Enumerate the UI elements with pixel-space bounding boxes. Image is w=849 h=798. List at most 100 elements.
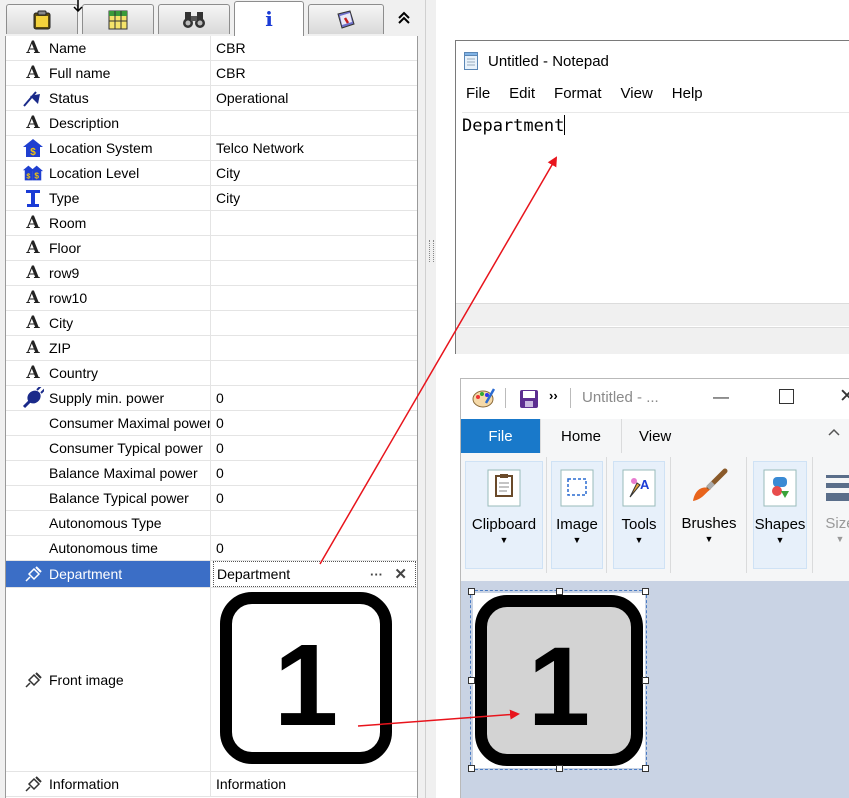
property-value-cell[interactable] — [216, 211, 416, 235]
property-row[interactable]: A Description — [6, 111, 417, 136]
property-row[interactable]: Status Operational — [6, 86, 417, 111]
property-value-cell[interactable]: City — [216, 186, 416, 210]
resize-handle[interactable] — [642, 765, 649, 772]
tab-info[interactable]: i — [234, 1, 304, 36]
property-row[interactable]: Consumer Typical power 0 — [6, 436, 417, 461]
property-value-cell[interactable]: City — [216, 161, 416, 185]
property-value-cell[interactable]: 0 — [216, 486, 416, 510]
property-name-cell[interactable]: $ $ Location Level — [6, 161, 211, 185]
property-name-cell[interactable]: Supply min. power — [6, 386, 211, 410]
property-value-cell[interactable] — [216, 286, 416, 310]
property-row[interactable]: Type City — [6, 186, 417, 211]
property-value-cell[interactable]: Telco Network — [216, 136, 416, 160]
front-image-preview[interactable]: 1 — [216, 588, 398, 773]
quick-access-more[interactable]: ›› — [549, 388, 558, 403]
paint-canvas-area[interactable]: 1 — [461, 581, 849, 798]
property-name-cell[interactable]: A Description — [6, 111, 211, 135]
property-value-cell[interactable]: CBR — [216, 61, 416, 85]
property-row[interactable]: $ Location System Telco Network — [6, 136, 417, 161]
property-row[interactable]: A City — [6, 311, 417, 336]
collapse-button[interactable] — [392, 6, 416, 30]
menu-format[interactable]: Format — [554, 85, 602, 102]
clipboard-button[interactable]: Clipboard ▼ — [465, 461, 543, 569]
property-name-cell[interactable]: A Name — [6, 36, 211, 60]
property-name-cell[interactable]: A ZIP — [6, 336, 211, 360]
property-name-cell[interactable]: Balance Typical power — [6, 486, 211, 510]
brushes-button[interactable]: Brushes ▼ — [673, 461, 745, 569]
property-name-cell[interactable]: Front image — [6, 588, 211, 771]
property-row-information[interactable]: Information Information — [6, 772, 417, 797]
property-value-cell[interactable]: 0 — [216, 411, 416, 435]
property-row[interactable]: Autonomous Type — [6, 511, 417, 536]
property-row[interactable]: A ZIP — [6, 336, 417, 361]
property-name-cell[interactable]: Information — [6, 772, 211, 796]
property-row[interactable]: Balance Maximal power 0 — [6, 461, 417, 486]
property-value-cell[interactable] — [216, 336, 416, 360]
property-value-cell[interactable] — [216, 236, 416, 260]
property-value-cell[interactable]: Information — [216, 772, 416, 796]
property-name-cell[interactable]: A Country — [6, 361, 211, 385]
property-row[interactable]: Supply min. power 0 — [6, 386, 417, 411]
property-value-cell[interactable] — [216, 261, 416, 285]
notepad-text-area[interactable]: Department — [462, 112, 849, 305]
close-button[interactable]: ✕ — [839, 385, 849, 408]
clear-button[interactable]: ✕ — [394, 565, 407, 583]
property-value-cell[interactable] — [216, 361, 416, 385]
resize-handle[interactable] — [556, 588, 563, 595]
property-name-cell[interactable]: A Floor — [6, 236, 211, 260]
menu-view[interactable]: View — [621, 85, 653, 102]
property-row[interactable]: Autonomous time 0 — [6, 536, 417, 561]
menu-help[interactable]: Help — [672, 85, 703, 102]
maximize-button[interactable] — [779, 389, 794, 404]
property-value-cell[interactable]: 0 — [216, 386, 416, 410]
property-value-cell[interactable]: CBR — [216, 36, 416, 60]
tab-search[interactable] — [158, 4, 230, 34]
shapes-button[interactable]: Shapes ▼ — [753, 461, 807, 569]
image-button[interactable]: Image ▼ — [551, 461, 603, 569]
size-button[interactable]: Size ▼ — [815, 461, 849, 569]
property-name-cell[interactable]: Type — [6, 186, 211, 210]
property-row[interactable]: Balance Typical power 0 — [6, 486, 417, 511]
property-row[interactable]: A Full name CBR — [6, 61, 417, 86]
property-row[interactable]: Arow10 — [6, 286, 417, 311]
property-name-cell[interactable]: Consumer Typical power — [6, 436, 211, 460]
property-row[interactable]: A Name CBR — [6, 36, 417, 61]
resize-handle[interactable] — [468, 765, 475, 772]
property-row[interactable]: $ $ Location Level City — [6, 161, 417, 186]
resize-handle[interactable] — [556, 765, 563, 772]
notepad-horizontal-scrollbar[interactable] — [456, 303, 849, 326]
ellipsis-button[interactable]: ··· — [370, 567, 383, 582]
property-name-cell[interactable]: Balance Maximal power — [6, 461, 211, 485]
property-name-cell[interactable]: $ Location System — [6, 136, 211, 160]
property-value-cell[interactable]: 0 — [216, 536, 416, 560]
minimize-button[interactable]: — — [713, 389, 729, 407]
tab-home[interactable]: Home — [540, 419, 622, 454]
property-value-cell[interactable]: 1 — [216, 588, 416, 771]
tab-book[interactable] — [308, 4, 384, 34]
property-name-cell[interactable]: Arow9 — [6, 261, 211, 285]
property-row[interactable]: A Floor — [6, 236, 417, 261]
menu-file[interactable]: File — [466, 85, 490, 102]
tab-table[interactable] — [82, 4, 154, 34]
property-row[interactable]: Arow9 — [6, 261, 417, 286]
property-value-cell[interactable] — [216, 511, 416, 535]
menu-edit[interactable]: Edit — [509, 85, 535, 102]
tab-file[interactable]: File — [461, 419, 540, 453]
property-value-cell[interactable]: 0 — [216, 436, 416, 460]
tab-view[interactable]: View — [639, 419, 671, 453]
property-name-cell[interactable]: Arow10 — [6, 286, 211, 310]
tools-button[interactable]: A Tools ▼ — [613, 461, 665, 569]
resize-handle[interactable] — [642, 677, 649, 684]
property-value-cell[interactable] — [216, 111, 416, 135]
property-value-cell[interactable]: Department ··· ✕ — [213, 561, 416, 587]
property-row[interactable]: A Country — [6, 361, 417, 386]
property-row-front-image[interactable]: Front image 1 — [6, 588, 417, 772]
save-icon[interactable] — [519, 389, 539, 409]
property-value-cell[interactable]: Operational — [216, 86, 416, 110]
property-row[interactable]: A Room — [6, 211, 417, 236]
property-value-cell[interactable]: 0 — [216, 461, 416, 485]
property-name-cell[interactable]: A City — [6, 311, 211, 335]
resize-handle[interactable] — [642, 588, 649, 595]
property-name-cell[interactable]: A Room — [6, 211, 211, 235]
property-row-department[interactable]: Department Department ··· ✕ — [6, 561, 417, 588]
